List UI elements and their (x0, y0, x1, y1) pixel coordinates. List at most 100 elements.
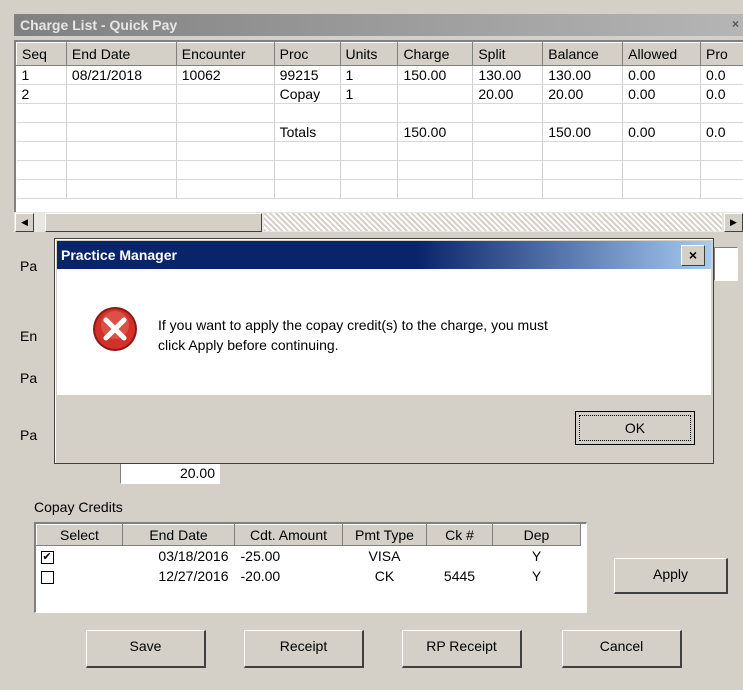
dialog-message-line1: If you want to apply the copay credit(s)… (158, 317, 548, 333)
table-cell (66, 84, 177, 104)
list-item[interactable]: ✔ 03/18/2016 -25.00 VISA Y (37, 546, 581, 567)
charge-col-header[interactable]: End Date (65, 42, 177, 66)
table-cell (176, 103, 275, 123)
copay-table: Select End Date Cdt. Amount Pmt Type Ck # Dep… (36, 524, 581, 586)
table-cell (622, 103, 702, 123)
charge-col-header[interactable]: Encounter (175, 42, 275, 66)
ok-button[interactable]: OK (575, 411, 695, 445)
dialog-message: If you want to apply the copay credit(s)… (158, 315, 548, 355)
horizontal-scrollbar[interactable]: ◀ ▶ (14, 212, 743, 232)
table-cell (176, 122, 275, 142)
copay-credits-grid[interactable]: Select End Date Cdt. Amount Pmt Type Ck # Dep… (34, 522, 587, 613)
table-cell (16, 141, 67, 161)
copay-cell-amount: -20.00 (240, 568, 281, 584)
side-label-1: Pa (20, 258, 38, 274)
charge-table: Seq End Date Encounter Proc Units Charge Split… (16, 42, 743, 199)
charge-col-header[interactable]: Allowed (622, 42, 702, 66)
table-cell: 0.00 (622, 84, 702, 104)
scroll-left-icon[interactable]: ◀ (15, 213, 34, 232)
charge-col-header[interactable]: Split (472, 42, 544, 66)
charge-col-header[interactable]: Charge (397, 42, 474, 66)
list-item[interactable]: 12/27/2016 -20.00 CK 5445 Y (37, 566, 581, 586)
table-cell (700, 103, 743, 123)
charge-col-header[interactable]: Proc (273, 42, 341, 66)
charge-col-header[interactable]: Balance (542, 42, 624, 66)
scrollbar-track[interactable] (264, 213, 722, 231)
table-cell (340, 141, 399, 161)
table-cell (16, 179, 67, 199)
table-cell (176, 160, 275, 180)
table-cell (472, 160, 544, 180)
table-cell (66, 160, 177, 180)
table-cell (542, 103, 624, 123)
table-cell (542, 141, 624, 161)
receipt-button[interactable]: Receipt (244, 630, 364, 668)
amount-value: 20.00 (179, 465, 215, 481)
table-cell: 150.00 (542, 122, 624, 142)
table-cell (66, 103, 177, 123)
table-cell: 1 (340, 84, 399, 104)
table-row[interactable]: 2 Copay 1 20.00 20.00 0.00 0.0 (16, 84, 743, 104)
table-cell (340, 160, 399, 180)
charge-grid[interactable]: Seq End Date Encounter Proc Units Charge Split… (14, 40, 743, 214)
copay-col-header[interactable]: Select (36, 524, 123, 546)
table-row[interactable] (16, 103, 743, 123)
charge-col-header[interactable]: Seq (16, 42, 67, 66)
table-cell (16, 103, 67, 123)
table-cell: 130.00 (542, 65, 624, 85)
scrollbar-thumb[interactable] (45, 213, 262, 232)
copay-cell-pmt-type: VISA (368, 548, 401, 564)
table-row[interactable] (16, 179, 743, 199)
save-button[interactable]: Save (86, 630, 206, 668)
table-cell: 0.0 (700, 84, 743, 104)
copay-col-header[interactable]: End Date (122, 524, 235, 546)
copay-col-header[interactable]: Ck # (426, 524, 493, 546)
table-row[interactable] (16, 141, 743, 161)
table-cell: 0.0 (700, 122, 743, 142)
copay-credits-label: Copay Credits (34, 499, 123, 515)
table-cell (16, 160, 67, 180)
copay-cell-ck: 5445 (443, 568, 476, 584)
cancel-button[interactable]: Cancel (562, 630, 682, 668)
table-cell (397, 84, 474, 104)
rp-receipt-button[interactable]: RP Receipt (402, 630, 522, 668)
table-cell (472, 179, 544, 199)
table-cell: 1 (340, 65, 399, 85)
table-row[interactable]: Totals 150.00 150.00 0.00 0.0 (16, 122, 743, 142)
table-row[interactable]: 1 08/21/2018 10062 99215 1 150.00 130.00 130.00… (16, 65, 743, 85)
table-cell (700, 179, 743, 199)
copay-col-header[interactable]: Cdt. Amount (234, 524, 343, 546)
scroll-right-icon[interactable]: ▶ (724, 213, 743, 232)
copay-cell-amount: -25.00 (240, 548, 281, 564)
select-cell (37, 566, 123, 586)
charge-col-header[interactable]: Pro (700, 42, 743, 66)
select-checkbox[interactable] (40, 570, 54, 584)
table-cell (274, 160, 341, 180)
table-cell: 0.0 (700, 65, 743, 85)
select-checkbox[interactable]: ✔ (40, 550, 54, 564)
charge-col-header[interactable]: Units (339, 42, 399, 66)
select-cell: ✔ (37, 546, 123, 567)
table-cell: 150.00 (397, 122, 474, 142)
copay-col-header[interactable]: Pmt Type (342, 524, 427, 546)
copay-cell-dep: Y (531, 548, 542, 564)
apply-button[interactable]: Apply (614, 558, 728, 594)
table-cell: 2 (16, 84, 67, 104)
table-cell: 0.00 (622, 122, 702, 142)
practice-manager-dialog[interactable]: Practice Manager × If you want to apply … (54, 238, 714, 464)
table-cell (622, 179, 702, 199)
table-cell (340, 103, 399, 123)
table-cell (176, 179, 275, 199)
table-row[interactable] (16, 160, 743, 180)
dialog-titlebar[interactable]: Practice Manager × (57, 241, 711, 269)
table-cell: Copay (274, 84, 341, 104)
table-cell (176, 84, 275, 104)
table-cell: Totals (274, 122, 341, 142)
table-cell (274, 103, 341, 123)
right-edge-field[interactable] (714, 247, 738, 281)
amount-field[interactable]: 20.00 (120, 462, 220, 484)
copay-col-header[interactable]: Dep (492, 524, 581, 546)
window-titlebar[interactable]: Charge List - Quick Pay × (14, 14, 743, 36)
dialog-close-icon[interactable]: × (681, 245, 705, 266)
window-close-icon[interactable]: × (732, 17, 743, 31)
